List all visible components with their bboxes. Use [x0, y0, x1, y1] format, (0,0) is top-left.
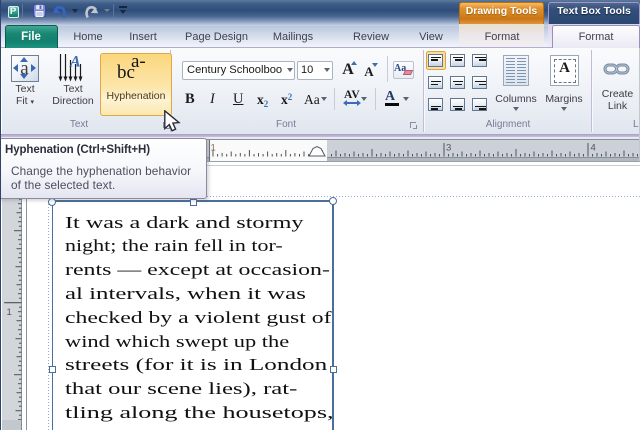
svg-text:4: 4: [591, 143, 596, 154]
svg-text:3: 3: [446, 143, 451, 154]
svg-text:A: A: [69, 54, 81, 71]
svg-text:1: 1: [211, 143, 216, 154]
svg-text:1: 1: [7, 307, 12, 318]
